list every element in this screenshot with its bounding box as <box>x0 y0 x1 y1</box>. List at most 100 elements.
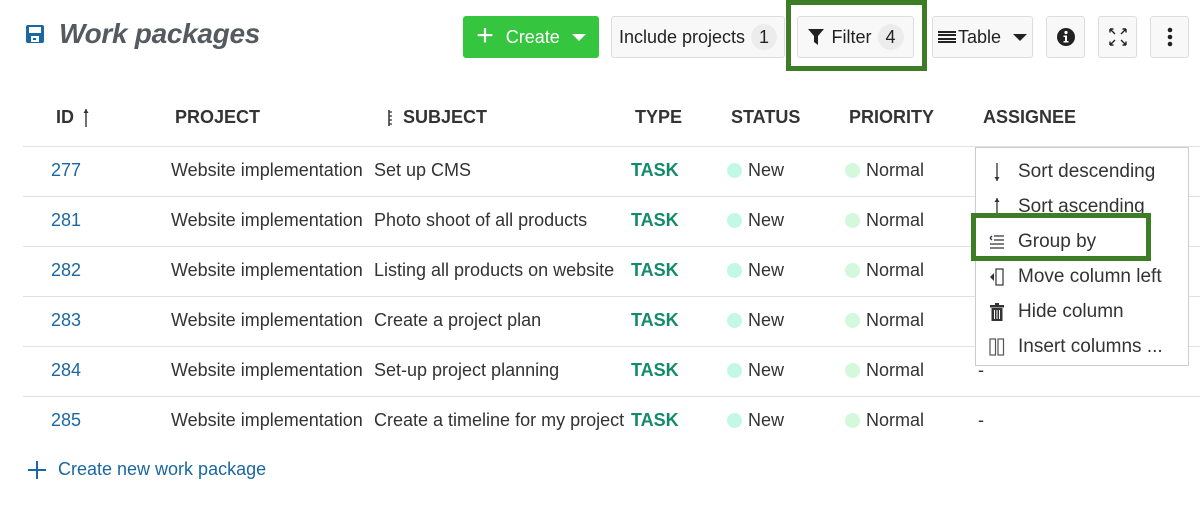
cell-priority[interactable]: Normal <box>845 360 924 381</box>
menu-item-label: Insert columns ... <box>1018 335 1163 357</box>
cell-type-text: TASK <box>631 410 679 430</box>
column-header-label: STATUS <box>731 107 801 127</box>
cell-subject[interactable]: Listing all products on website <box>374 260 614 281</box>
cell-id[interactable]: 284 <box>51 360 81 381</box>
cell-id[interactable]: 277 <box>51 160 81 181</box>
cell-id[interactable]: 282 <box>51 260 81 281</box>
column-header-priority[interactable]: PRIORITY <box>849 107 934 128</box>
column-header-label: ASSIGNEE <box>983 107 1077 127</box>
cell-status[interactable]: New <box>727 410 784 431</box>
cell-project-text: Website implementation <box>171 160 363 180</box>
priority-color-dot <box>845 363 860 378</box>
priority-color-dot <box>845 163 860 178</box>
create-button-label: Create <box>505 26 560 47</box>
status-color-dot <box>727 313 742 328</box>
column-header-id[interactable]: ID <box>56 107 90 128</box>
sort-ascending-icon <box>988 197 1006 217</box>
priority-color-dot <box>845 413 860 428</box>
cell-priority-text: Normal <box>866 210 925 230</box>
cell-project: Website implementation <box>171 160 363 181</box>
cell-subject-text: Create a project plan <box>374 310 542 330</box>
cell-assignee[interactable]: - <box>978 410 984 431</box>
cell-priority[interactable]: Normal <box>845 160 924 181</box>
save-icon[interactable] <box>25 24 45 44</box>
cell-status[interactable]: New <box>727 160 784 181</box>
cell-project-text: Website implementation <box>171 310 363 330</box>
menu-item-label: Hide column <box>1018 300 1124 322</box>
cell-status[interactable]: New <box>727 210 784 231</box>
cell-subject[interactable]: Set up CMS <box>374 160 471 181</box>
plus-icon: + <box>476 18 494 52</box>
cell-id-text: 284 <box>51 360 82 380</box>
cell-id[interactable]: 281 <box>51 210 81 231</box>
cell-subject[interactable]: Create a project plan <box>374 310 541 331</box>
cell-priority[interactable]: Normal <box>845 260 924 281</box>
column-header-type[interactable]: TYPE <box>635 107 682 128</box>
cell-project-text: Website implementation <box>171 260 363 280</box>
fullscreen-button[interactable] <box>1098 16 1137 58</box>
cell-status[interactable]: New <box>727 260 784 281</box>
caret-down-icon <box>571 33 586 41</box>
plus-icon <box>28 460 46 479</box>
filter-count-badge: 4 <box>877 24 904 50</box>
menu-item-group-by[interactable]: Group by <box>976 224 1188 259</box>
priority-color-dot <box>845 213 860 228</box>
cell-subject-text: Listing all products on website <box>374 260 615 280</box>
menu-item-sort-ascending[interactable]: Sort ascending <box>976 189 1188 224</box>
cell-id[interactable]: 285 <box>51 410 81 431</box>
cell-project: Website implementation <box>171 360 363 381</box>
column-header-subject[interactable]: SUBJECT <box>387 107 487 128</box>
cell-id-text: 281 <box>51 210 82 230</box>
include-projects-button[interactable]: Include projects 1 <box>611 16 785 58</box>
cell-priority-text: Normal <box>866 410 925 430</box>
table-row[interactable]: 285 Website implementation Create a timeli… <box>23 397 1200 447</box>
status-color-dot <box>727 163 742 178</box>
create-button[interactable]: + Create <box>463 16 599 58</box>
column-header-assignee[interactable]: ASSIGNEE <box>983 107 1076 128</box>
cell-priority[interactable]: Normal <box>845 410 924 431</box>
status-color-dot <box>727 363 742 378</box>
cell-priority[interactable]: Normal <box>845 310 924 331</box>
menu-item-insert-columns[interactable]: Insert columns ... <box>976 329 1188 364</box>
caret-down-icon <box>1013 33 1028 41</box>
cell-subject[interactable]: Set-up project planning <box>374 360 559 381</box>
view-mode-label: Table <box>957 26 1002 47</box>
filter-label: Filter <box>831 26 872 47</box>
cell-type-text: TASK <box>631 160 679 180</box>
status-color-dot <box>727 413 742 428</box>
cell-type: TASK <box>631 210 679 231</box>
cell-type: TASK <box>631 260 679 281</box>
filter-button[interactable]: Filter 4 <box>797 16 914 58</box>
cell-status[interactable]: New <box>727 310 784 331</box>
view-mode-button[interactable]: Table <box>932 16 1033 58</box>
status-color-dot <box>727 263 742 278</box>
menu-item-move-column-left[interactable]: Move column left <box>976 259 1188 294</box>
column-header-project[interactable]: PROJECT <box>175 107 260 128</box>
create-new-work-package-link[interactable]: Create new work package <box>27 459 266 480</box>
cell-subject-text: Create a timeline for my project <box>374 410 625 430</box>
menu-item-sort-descending[interactable]: Sort descending <box>976 154 1188 189</box>
cell-id-text: 277 <box>51 160 82 180</box>
column-header-status[interactable]: STATUS <box>731 107 800 128</box>
menu-item-label: Sort descending <box>1018 160 1156 182</box>
cell-subject[interactable]: Create a timeline for my project <box>374 410 624 431</box>
menu-item-hide-column[interactable]: Hide column <box>976 294 1188 329</box>
create-new-work-package-label: Create new work package <box>58 459 267 479</box>
cell-id[interactable]: 283 <box>51 310 81 331</box>
info-button[interactable] <box>1046 16 1085 58</box>
cell-project: Website implementation <box>171 410 363 431</box>
cell-status[interactable]: New <box>727 360 784 381</box>
status-color-dot <box>727 213 742 228</box>
cell-type-text: TASK <box>631 260 679 280</box>
cell-priority-text: Normal <box>866 160 925 180</box>
fullscreen-icon <box>1108 28 1127 46</box>
cell-subject[interactable]: Photo shoot of all products <box>374 210 587 231</box>
cell-priority[interactable]: Normal <box>845 210 924 231</box>
more-options-button[interactable] <box>1150 16 1189 58</box>
page-title: Work packages <box>59 18 261 49</box>
cell-status-text: New <box>748 410 785 430</box>
column-drag-handle-icon[interactable] <box>387 109 395 127</box>
sort-ascending-icon <box>83 108 89 127</box>
cell-status-text: New <box>748 160 785 180</box>
cell-status-text: New <box>748 260 785 280</box>
